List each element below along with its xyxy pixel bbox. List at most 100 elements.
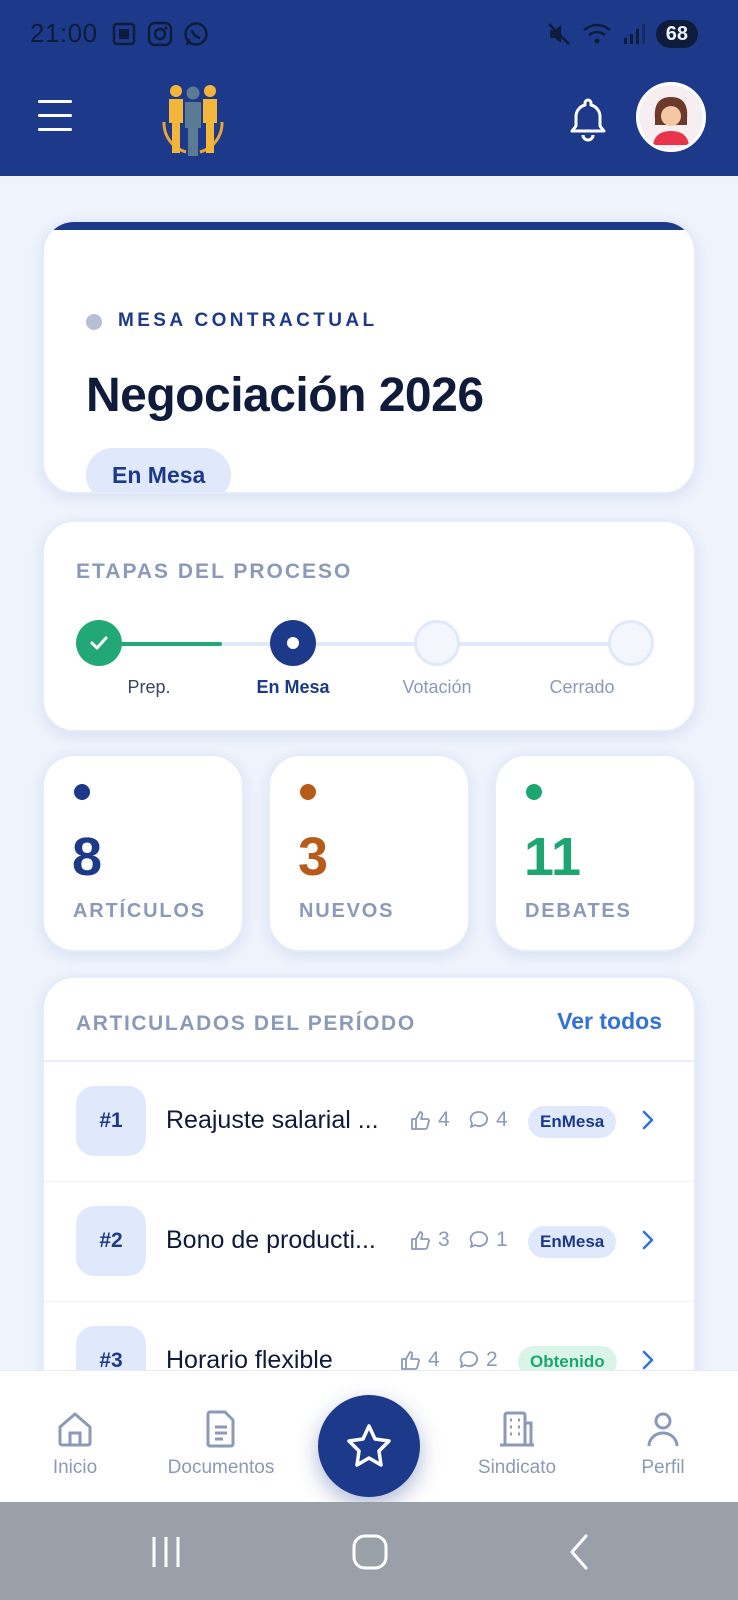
current-dot-icon xyxy=(287,637,299,649)
articles-list-card: ARTICULADOS DEL PERÍODO Ver todos #1 Rea… xyxy=(42,976,696,1370)
article-number: #1 xyxy=(76,1086,146,1156)
nav-label: Documentos xyxy=(167,1457,275,1478)
stat-dot-icon xyxy=(74,784,90,800)
screenshot-icon xyxy=(112,22,136,46)
article-row[interactable]: #2 Bono de producti... 3 1 EnMesa xyxy=(44,1182,694,1302)
home-button-icon[interactable] xyxy=(350,1532,390,1572)
nav-sindicato[interactable]: Sindicato xyxy=(452,1409,582,1479)
eyebrow-dot-icon xyxy=(86,314,102,330)
negotiation-summary-card[interactable]: MESA CONTRACTUAL Negociación 2026 En Mes… xyxy=(42,220,696,494)
step-label-prep: Prep. xyxy=(127,677,171,697)
comment-icon xyxy=(469,1231,488,1248)
wifi-icon xyxy=(582,23,611,44)
stat-label: DEBATES xyxy=(525,900,632,922)
article-number: #2 xyxy=(76,1206,146,1276)
chevron-right-icon xyxy=(642,1230,654,1250)
status-badge: En Mesa xyxy=(86,448,232,492)
article-status-badge: EnMesa xyxy=(528,1106,617,1138)
comments-count: 1 xyxy=(496,1228,508,1251)
thumbs-up-icon xyxy=(411,1111,430,1130)
process-heading: ETAPAS DEL PROCESO xyxy=(76,560,353,583)
stat-card-debates[interactable]: 11 DEBATES xyxy=(494,754,696,952)
likes-count: 4 xyxy=(428,1348,440,1370)
step-pending-icon xyxy=(608,620,654,666)
article-status-badge: Obtenido xyxy=(518,1346,617,1370)
likes-count: 3 xyxy=(438,1228,450,1251)
stat-card-nuevos[interactable]: 3 NUEVOS xyxy=(268,754,470,952)
stat-value: 3 xyxy=(298,827,329,887)
article-likes: 4 xyxy=(410,1108,450,1132)
instagram-icon xyxy=(147,21,173,47)
stat-label: NUEVOS xyxy=(299,900,395,922)
nav-label: Sindicato xyxy=(477,1457,557,1478)
see-all-link[interactable]: Ver todos xyxy=(557,1008,662,1035)
thumbs-up-icon xyxy=(401,1351,420,1370)
card-accent-bar xyxy=(44,222,694,230)
step-current-icon xyxy=(270,620,316,666)
article-status-badge: EnMesa xyxy=(528,1226,617,1258)
status-bar: 21:00 68 xyxy=(0,0,738,68)
card-eyebrow: MESA CONTRACTUAL xyxy=(118,310,378,331)
avatar-illustration xyxy=(639,85,703,149)
menu-icon-line xyxy=(38,100,72,103)
process-steps-card: ETAPAS DEL PROCESO Prep. En Mesa Votació… xyxy=(42,520,696,732)
article-number: #3 xyxy=(76,1326,146,1370)
articles-heading: ARTICULADOS DEL PERÍODO xyxy=(76,1012,416,1035)
step-label-votacion: Votación xyxy=(402,677,472,697)
thumbs-up-icon xyxy=(411,1231,430,1250)
stat-dot-icon xyxy=(526,784,542,800)
article-title: Horario flexible xyxy=(166,1346,333,1370)
stat-dot-icon xyxy=(300,784,316,800)
main-content[interactable]: MESA CONTRACTUAL Negociación 2026 En Mes… xyxy=(0,176,738,1370)
article-title: Reajuste salarial ... xyxy=(166,1106,379,1134)
building-icon xyxy=(500,1411,534,1447)
app-bar xyxy=(0,68,738,176)
step-label-cerrado: Cerrado xyxy=(549,677,615,697)
star-icon xyxy=(347,1424,391,1467)
step-prep-done-icon xyxy=(76,620,122,666)
comment-icon xyxy=(459,1351,478,1368)
union-logo-icon xyxy=(162,85,224,156)
stat-card-articulos[interactable]: 8 ARTÍCULOS xyxy=(42,754,244,952)
back-icon[interactable] xyxy=(560,1532,600,1572)
whatsapp-icon xyxy=(184,22,208,46)
article-comments: 1 xyxy=(468,1228,508,1252)
notifications-bell-icon[interactable] xyxy=(566,96,610,142)
stat-label: ARTÍCULOS xyxy=(73,900,206,922)
user-avatar[interactable] xyxy=(636,82,706,152)
nav-inicio[interactable]: Inicio xyxy=(10,1409,140,1479)
menu-icon-line xyxy=(38,128,72,131)
comments-count: 4 xyxy=(496,1108,508,1131)
nav-perfil[interactable]: Perfil xyxy=(598,1409,728,1479)
status-time: 21:00 xyxy=(30,18,98,48)
status-notification-icons xyxy=(110,20,210,48)
article-row[interactable]: #3 Horario flexible 4 2 Obtenido xyxy=(44,1302,694,1370)
system-navigation-bar xyxy=(0,1502,738,1600)
article-row[interactable]: #1 Reajuste salarial ... 4 4 EnMesa xyxy=(44,1062,694,1182)
negotiation-title: Negociación 2026 xyxy=(86,369,484,422)
signal-icon xyxy=(623,24,645,44)
article-likes: 3 xyxy=(410,1228,450,1252)
chevron-right-icon xyxy=(642,1350,654,1370)
article-title: Bono de producti... xyxy=(166,1226,376,1254)
nav-label: Inicio xyxy=(52,1457,98,1478)
article-likes: 4 xyxy=(400,1348,440,1370)
step-pending-icon xyxy=(414,620,460,666)
comments-count: 2 xyxy=(486,1348,498,1370)
nav-label: Perfil xyxy=(641,1457,685,1478)
user-icon xyxy=(647,1412,679,1447)
recents-icon[interactable] xyxy=(146,1532,186,1572)
battery-indicator: 68 xyxy=(655,20,698,48)
stat-value: 11 xyxy=(524,827,582,887)
status-system-icons: 68 xyxy=(546,20,698,48)
favorites-fab-button[interactable] xyxy=(318,1395,420,1497)
comment-icon xyxy=(469,1111,488,1128)
home-icon xyxy=(58,1412,92,1447)
nav-documentos[interactable]: Documentos xyxy=(156,1409,286,1479)
step-label-en-mesa: En Mesa xyxy=(256,677,330,697)
document-icon xyxy=(206,1410,235,1448)
article-comments: 4 xyxy=(468,1108,508,1132)
bottom-navigation: Inicio Documentos Sindicato Perfil xyxy=(0,1370,738,1502)
check-icon xyxy=(90,636,108,650)
menu-button[interactable] xyxy=(38,100,72,134)
